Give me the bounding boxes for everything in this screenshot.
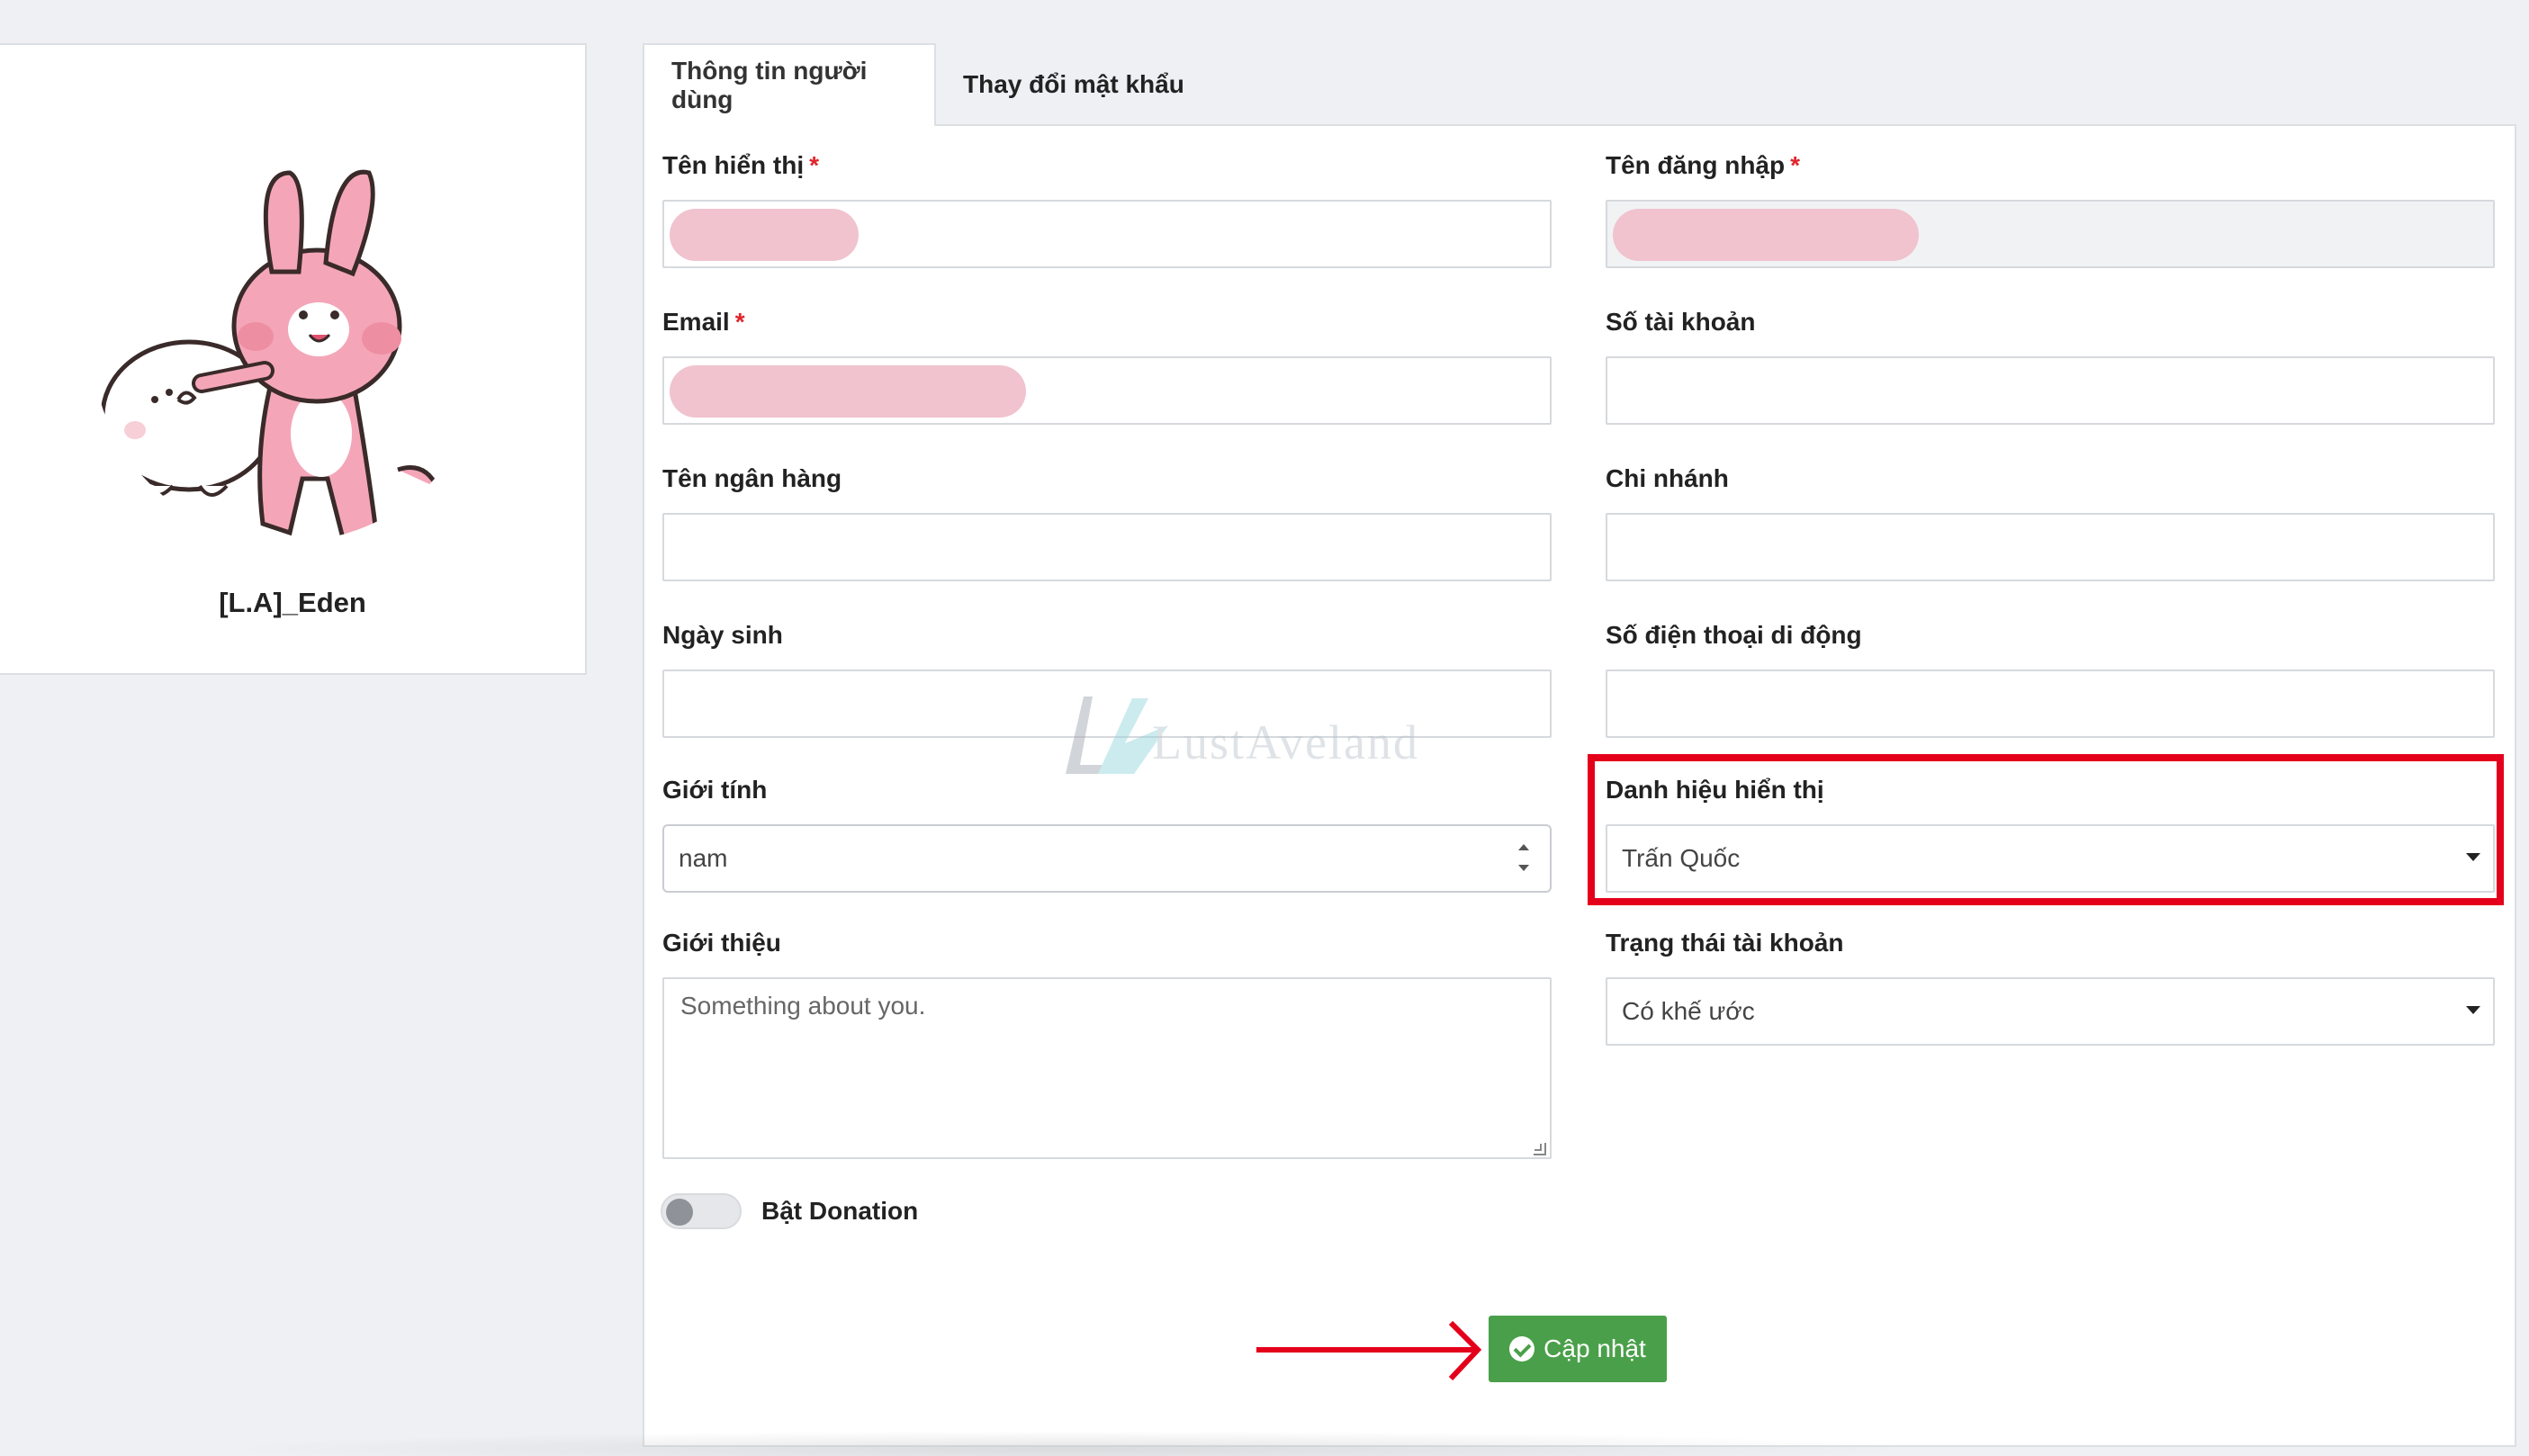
- mobile-label: Số điện thoại di động: [1606, 621, 1862, 649]
- email-label: Email: [662, 308, 730, 336]
- field-birthday: Ngày sinh: [662, 617, 1552, 743]
- toggle-knob: [666, 1199, 693, 1226]
- gender-value: nam: [679, 844, 728, 872]
- field-gender: Giới tính nam: [662, 772, 1552, 898]
- field-email: Email *: [662, 304, 1552, 430]
- account-number-input[interactable]: [1606, 356, 2495, 425]
- field-intro: Giới thiệu Something about you.: [662, 925, 1552, 1168]
- bottom-shadow: [216, 1431, 1926, 1456]
- field-display-name: Tên hiển thị *: [662, 148, 1552, 274]
- birthday-input[interactable]: [662, 670, 1552, 738]
- redacted-value: [1613, 209, 1919, 261]
- select-updown-icon: [1517, 844, 1530, 871]
- avatar: [92, 146, 488, 542]
- update-button[interactable]: Cập nhật: [1489, 1316, 1667, 1382]
- donation-toggle-row: Bật Donation: [661, 1193, 918, 1229]
- display-title-label: Danh hiệu hiển thị: [1606, 776, 1824, 804]
- display-name-input[interactable]: [662, 200, 1552, 268]
- field-branch: Chi nhánh: [1606, 461, 2495, 587]
- field-display-title: Danh hiệu hiển thị Trấn Quốc: [1606, 772, 2495, 898]
- avatar-illustration: [100, 169, 440, 542]
- profile-username: [L.A]_Eden: [219, 587, 366, 618]
- required-mark: *: [809, 151, 820, 179]
- redacted-value: [670, 209, 859, 261]
- bank-name-label: Tên ngân hàng: [662, 464, 842, 492]
- bank-name-input[interactable]: [662, 513, 1552, 581]
- user-info-form: Tên hiển thị * Tên đăng nhập * Email * Số t…: [643, 124, 2516, 1447]
- field-account-status: Trạng thái tài khoản Có khế ước: [1606, 925, 2495, 1051]
- field-mobile: Số điện thoại di động: [1606, 617, 2495, 743]
- redacted-value: [670, 365, 1026, 418]
- account-status-label: Trạng thái tài khoản: [1606, 929, 1844, 957]
- gender-select[interactable]: nam: [662, 824, 1552, 893]
- update-button-label: Cập nhật: [1544, 1335, 1646, 1362]
- tab-change-password[interactable]: Thay đổi mật khẩu: [936, 43, 1211, 126]
- required-mark: *: [734, 308, 745, 336]
- login-name-input: [1606, 200, 2495, 268]
- display-name-label: Tên hiển thị: [662, 151, 805, 179]
- display-title-select[interactable]: Trấn Quốc: [1606, 824, 2495, 893]
- gender-label: Giới tính: [662, 776, 768, 804]
- account-number-label: Số tài khoản: [1606, 308, 1756, 336]
- account-status-select[interactable]: Có khế ước: [1606, 977, 2495, 1046]
- branch-input[interactable]: [1606, 513, 2495, 581]
- caret-down-icon: [2466, 1006, 2480, 1014]
- field-login-name: Tên đăng nhập *: [1606, 148, 2495, 274]
- email-input[interactable]: [662, 356, 1552, 425]
- birthday-label: Ngày sinh: [662, 621, 783, 649]
- account-status-value: Có khế ước: [1622, 997, 1755, 1025]
- branch-label: Chi nhánh: [1606, 464, 1729, 492]
- intro-label: Giới thiệu: [662, 929, 781, 957]
- field-account-number: Số tài khoản: [1606, 304, 2495, 430]
- check-circle-icon: [1509, 1336, 1535, 1362]
- donation-label: Bật Donation: [761, 1197, 919, 1225]
- resize-grip-icon[interactable]: [1534, 1143, 1546, 1155]
- donation-toggle[interactable]: [661, 1193, 742, 1229]
- required-mark: *: [1790, 151, 1801, 179]
- field-bank-name: Tên ngân hàng: [662, 461, 1552, 587]
- display-title-value: Trấn Quốc: [1622, 844, 1741, 872]
- login-name-label: Tên đăng nhập: [1606, 151, 1786, 179]
- mobile-input[interactable]: [1606, 670, 2495, 738]
- tab-user-info[interactable]: Thông tin người dùng: [643, 43, 936, 126]
- profile-card: [L.A]_Eden: [0, 43, 587, 675]
- intro-textarea[interactable]: Something about you.: [662, 977, 1552, 1159]
- caret-down-icon: [2466, 853, 2480, 861]
